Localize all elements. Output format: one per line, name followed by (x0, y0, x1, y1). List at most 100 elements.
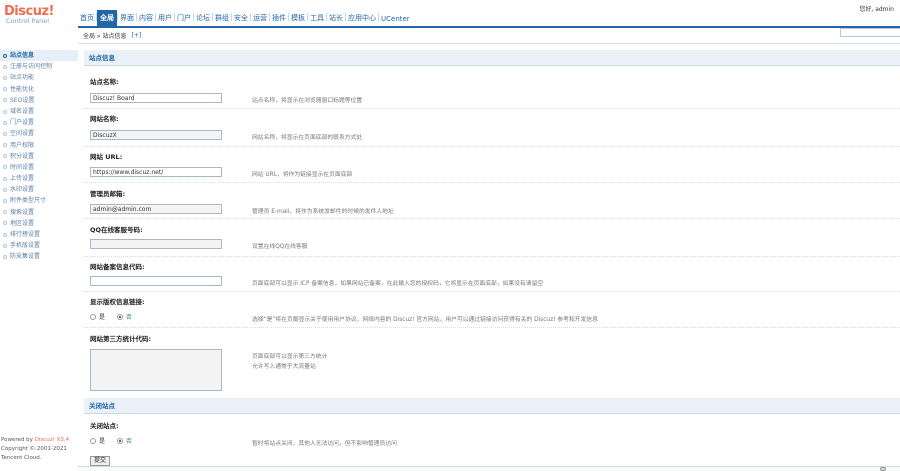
bullet-icon (3, 75, 7, 80)
logo-excl: ! (48, 4, 55, 19)
bullet-icon (3, 221, 7, 226)
admin-email-input[interactable] (90, 204, 222, 214)
stats-code-textarea[interactable] (90, 349, 222, 391)
close-site-radio-group: 是 否 (90, 436, 132, 445)
section-title-site-info: 站点信息 (84, 50, 900, 66)
field-desc-qq-service: 设置在线QQ在线客服 (252, 244, 308, 250)
sidebar-item-1[interactable]: 注册与访问控制 (0, 61, 78, 72)
nav-tab-3[interactable]: 内容 (137, 13, 155, 26)
bullet-icon (3, 53, 7, 58)
field-label-show-copyright: 显示版权信息链接: (90, 298, 145, 306)
show-copyright-yes-radio[interactable] (90, 313, 96, 320)
field-desc-web-name: 网站名称，将显示在页面底部的联系方式处 (252, 135, 363, 141)
sidebar-item-label: 域名设置 (10, 107, 35, 115)
nav-tab-10[interactable]: 插件 (270, 13, 288, 26)
sidebar-item-label: 时间设置 (10, 163, 35, 171)
nav-tab-5[interactable]: 门户 (175, 13, 193, 26)
sidebar-item-11[interactable]: 上传设置 (0, 173, 78, 184)
footer-version-link[interactable]: Discuz! X3.4 (35, 437, 70, 443)
scrollbar-thumb[interactable] (880, 467, 886, 471)
divider (84, 256, 900, 257)
nav-tab-0[interactable]: 首页 (78, 13, 96, 26)
nav-tab-12[interactable]: 工具 (308, 13, 326, 26)
sidebar-item-2[interactable]: 站点功能 (0, 72, 78, 83)
sidebar-item-12[interactable]: 水印设置 (0, 184, 78, 195)
sidebar-item-18[interactable]: 防采集设置 (0, 251, 78, 262)
field-desc-site-name: 站点名称，将显示在浏览器窗口标题等位置 (252, 98, 363, 104)
sidebar-item-label: 附件类型尺寸 (10, 197, 47, 205)
bullet-icon (3, 131, 7, 136)
nav-tab-6[interactable]: 论坛 (194, 13, 212, 26)
submit-button[interactable]: 提交 (90, 456, 111, 466)
sidebar-item-label: 水印设置 (10, 186, 35, 194)
divider (84, 218, 900, 219)
sidebar-item-label: 站点功能 (10, 74, 35, 82)
sidebar-item-0[interactable]: 站点信息 (0, 50, 78, 62)
icp-input[interactable] (90, 276, 222, 286)
site-url-input[interactable] (90, 167, 222, 177)
nav-tab-14[interactable]: 应用中心 (346, 13, 378, 26)
web-name-input[interactable] (90, 130, 222, 140)
field-label-stats-code: 网站第三方统计代码: (90, 335, 152, 343)
bullet-icon (3, 109, 7, 114)
top-nav: 首页 全局 界面 内容 用户 门户 论坛 群组 安全 运营 插件 模板 工具 站长 应用中心 UCenter (78, 4, 900, 28)
logo[interactable]: Discuz! Control Panel (4, 4, 76, 28)
sidebar-item-3[interactable]: 性能优化 (0, 84, 78, 95)
sidebar-item-4[interactable]: SEO设置 (0, 95, 78, 106)
user-box[interactable]: 您好, admin (859, 4, 894, 13)
bullet-icon (3, 199, 7, 204)
qq-service-input[interactable] (90, 239, 222, 249)
sidebar-item-8[interactable]: 用户权限 (0, 140, 78, 151)
sidebar-item-9[interactable]: 积分设置 (0, 151, 78, 162)
sidebar-item-6[interactable]: 门户设置 (0, 117, 78, 128)
field-label-close-site: 关闭站点: (90, 422, 119, 430)
footer: Powered by Discuz! X3.4 Copyright © 2001… (0, 436, 78, 463)
close-site-yes-radio[interactable] (90, 437, 96, 444)
radio-label-no: 否 (126, 314, 133, 321)
sidebar-item-label: 手机版设置 (10, 242, 41, 250)
field-label-web-name: 网站名称: (90, 115, 119, 123)
sidebar-item-5[interactable]: 域名设置 (0, 106, 78, 117)
divider (84, 291, 900, 292)
sidebar-item-label: 防采集设置 (10, 253, 41, 261)
site-name-input[interactable] (90, 93, 222, 103)
field-desc-stats-code-2: 允许写入通常于大流量站 (252, 364, 316, 370)
sidebar-item-13[interactable]: 附件类型尺寸 (0, 195, 78, 206)
sidebar-item-14[interactable]: 搜索设置 (0, 207, 78, 218)
nav-tab-15[interactable]: UCenter (379, 15, 412, 26)
nav-tab-4[interactable]: 用户 (156, 13, 174, 26)
breadcrumb[interactable]: 全局 » 站点信息 (83, 31, 127, 40)
nav-tab-7[interactable]: 群组 (213, 13, 231, 26)
field-desc-close-site: 暂时将站点关闭，其他人无法访问，但不影响管理员访问 (252, 441, 397, 447)
bullet-icon (3, 120, 7, 125)
field-desc-stats-code-1: 页面底部可以显示第三方统计 (252, 354, 328, 360)
sidebar-item-7[interactable]: 空间设置 (0, 128, 78, 139)
sidebar-item-label: 用户权限 (10, 141, 35, 149)
divider (84, 182, 900, 183)
nav-tab-2[interactable]: 界面 (118, 13, 136, 26)
bullet-icon (3, 87, 7, 92)
sidebar-item-15[interactable]: 地区设置 (0, 218, 78, 229)
nav-tab-1[interactable]: 全局 (97, 10, 117, 26)
nav-tab-9[interactable]: 运营 (251, 13, 269, 26)
sidebar-item-label: 注册与访问控制 (10, 63, 53, 71)
bullet-icon (3, 187, 7, 192)
footer-company: Tencent Cloud. (1, 455, 42, 461)
close-site-no-radio[interactable] (117, 437, 124, 444)
footer-copyright: Copyright © 2001-2021 (1, 446, 67, 452)
nav-tab-13[interactable]: 站长 (327, 13, 345, 26)
nav-tab-11[interactable]: 模板 (289, 13, 307, 26)
nav-tab-8[interactable]: 安全 (232, 13, 250, 26)
field-label-icp: 网站备案信息代码: (90, 263, 145, 271)
search-input[interactable] (840, 28, 900, 37)
sidebar-item-16[interactable]: 排行榜设置 (0, 229, 78, 240)
horizontal-scrollbar[interactable] (78, 466, 900, 471)
sidebar-item-17[interactable]: 手机版设置 (0, 240, 78, 251)
sidebar-item-10[interactable]: 时间设置 (0, 162, 78, 173)
add-shortcut-button[interactable]: [+] (132, 32, 142, 39)
breadcrumb-bar: 全局 » 站点信息 [+] (78, 28, 900, 44)
field-label-qq-service: QQ在线客服号码: (90, 226, 143, 234)
show-copyright-no-radio[interactable] (117, 313, 124, 320)
bullet-icon (3, 154, 7, 159)
main-content: 站点信息 站点名称: 站点名称，将显示在浏览器窗口标题等位置 网站名称: 网站名… (84, 46, 900, 471)
